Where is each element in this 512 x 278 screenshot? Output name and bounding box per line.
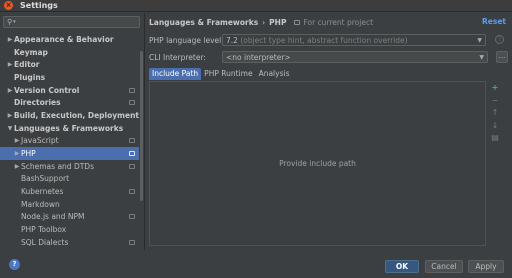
breadcrumb: Languages & Frameworks › PHP For current…: [149, 17, 373, 27]
tree-item-label: Appearance & Behavior: [14, 34, 114, 44]
cli-interpreter-browse-button[interactable]: ...: [496, 51, 508, 63]
project-scope-icon: [129, 239, 135, 245]
tree-item[interactable]: Markdown: [0, 198, 139, 211]
tree-item[interactable]: ▶ Appearance & Behavior: [0, 33, 139, 46]
tree-item-label: Kubernetes: [21, 187, 64, 197]
breadcrumb-separator: ›: [262, 17, 266, 27]
title-bar: × Settings: [0, 0, 512, 12]
tree-item-label: JavaScript: [21, 136, 59, 146]
tree-item-label: Version Control: [14, 85, 80, 95]
tree-item[interactable]: Keymap: [0, 46, 139, 59]
tab-include-path[interactable]: Include Path: [149, 68, 202, 80]
project-scope-icon: [129, 163, 135, 169]
tree-item[interactable]: BashSupport: [0, 173, 139, 186]
tree-item[interactable]: ▶ Editor: [0, 58, 139, 71]
php-version-description: (object type hint, abstract function ove…: [240, 35, 408, 45]
project-scope-icon: [129, 151, 135, 157]
tab-analysis[interactable]: Analysis: [256, 68, 293, 80]
tree-item[interactable]: ▼ Languages & Frameworks: [0, 122, 139, 135]
tree-item-label: Markdown: [21, 199, 60, 209]
tree-item-label: Editor: [14, 60, 40, 70]
tree-item-label: Keymap: [14, 47, 48, 57]
move-up-icon[interactable]: ↑: [488, 108, 502, 121]
tree-item[interactable]: ▶ Schemas and DTDs: [0, 160, 139, 173]
chevron-right-icon[interactable]: ▶: [13, 163, 21, 170]
project-scope-icon: [294, 19, 301, 25]
help-button[interactable]: ?: [9, 259, 20, 270]
chevron-right-icon[interactable]: ▶: [6, 112, 14, 119]
tree-item[interactable]: Kubernetes: [0, 185, 139, 198]
tree-item-label: Schemas and DTDs: [21, 161, 94, 171]
reset-link[interactable]: Reset: [482, 17, 506, 26]
chevron-down-icon: ▼: [477, 36, 482, 44]
apply-button[interactable]: Apply: [468, 260, 504, 273]
move-down-icon[interactable]: ↓: [488, 121, 502, 134]
chevron-down-icon[interactable]: ▼: [6, 125, 14, 132]
sidebar-scrollbar-thumb[interactable]: [140, 51, 143, 201]
tree-item-label: SQL Dialects: [21, 237, 69, 247]
ok-button[interactable]: OK: [385, 260, 419, 273]
add-icon[interactable]: +: [488, 83, 502, 96]
project-scope-icon: [129, 189, 135, 195]
search-history-chevron-icon[interactable]: ▾: [13, 19, 16, 25]
chevron-down-icon: ▼: [479, 53, 484, 61]
chevron-right-icon[interactable]: ▶: [13, 137, 21, 144]
chevron-right-icon[interactable]: ▶: [6, 61, 14, 68]
scope-note-label: For current project: [303, 17, 374, 27]
php-language-level-select[interactable]: 7.2 (object type hint, abstract function…: [222, 34, 486, 46]
tree-item[interactable]: SQL Dialects: [0, 236, 139, 249]
include-path-toolbar: + − ↑ ↓ ▤: [488, 83, 502, 146]
settings-tree: ▶ Appearance & Behavior Keymap ▶ Editor Plugi…: [0, 33, 139, 249]
settings-search-input[interactable]: ⚲ ▾: [3, 16, 140, 28]
remove-icon[interactable]: −: [488, 96, 502, 109]
breadcrumb-part: PHP: [269, 17, 287, 27]
project-scope-icon: [129, 87, 135, 93]
search-icon: ⚲: [7, 18, 13, 26]
tree-item[interactable]: ▶ PHP: [0, 147, 139, 160]
window-title: Settings: [20, 1, 58, 10]
tree-item-label: Plugins: [14, 72, 46, 82]
project-scope-icon: [129, 138, 135, 144]
include-path-empty-text: Provide include path: [279, 159, 356, 168]
tree-item-label: PHP Toolbox: [21, 225, 67, 235]
tab-bar: Include Path PHP Runtime Analysis: [149, 68, 292, 80]
sidebar-scrollbar[interactable]: [139, 33, 144, 249]
tab-php-runtime[interactable]: PHP Runtime: [201, 68, 255, 80]
php-language-level-label: PHP language level:: [149, 35, 224, 45]
cli-interpreter-row: CLI Interpreter:: [149, 51, 222, 63]
project-scope-icon: [129, 214, 135, 220]
tree-item-label: Directories: [14, 98, 61, 108]
include-path-list[interactable]: Provide include path: [149, 81, 486, 246]
tree-item-label: BashSupport: [21, 174, 70, 184]
settings-sidebar: ⚲ ▾ ▶ Appearance & Behavior Keymap ▶ Editor P…: [0, 13, 145, 250]
edit-icon[interactable]: ▤: [488, 133, 502, 146]
window-close-button[interactable]: ×: [4, 1, 13, 10]
tree-item[interactable]: Directories: [0, 96, 139, 109]
settings-content: Languages & Frameworks › PHP For current…: [146, 13, 512, 250]
chevron-right-icon[interactable]: ▶: [13, 150, 21, 157]
chevron-right-icon[interactable]: ▶: [6, 87, 14, 94]
php-version-value: 7.2: [226, 35, 238, 45]
tree-item-label: Languages & Frameworks: [14, 123, 124, 133]
cli-interpreter-value: <no interpreter>: [226, 52, 291, 62]
tree-item-label: PHP: [21, 149, 36, 159]
scope-note: For current project: [294, 18, 373, 27]
project-scope-icon: [129, 100, 135, 106]
dialog-button-bar: ? OK Cancel Apply: [0, 250, 512, 278]
help-icon[interactable]: ?: [495, 35, 504, 44]
tree-item-label: Build, Execution, Deployment: [13, 110, 139, 120]
tree-item[interactable]: ▶ JavaScript: [0, 135, 139, 148]
tree-item[interactable]: ▶ Version Control: [0, 84, 139, 97]
cancel-button[interactable]: Cancel: [425, 260, 463, 273]
tree-item[interactable]: PHP Toolbox: [0, 223, 139, 236]
cli-interpreter-label: CLI Interpreter:: [149, 52, 206, 62]
breadcrumb-part: Languages & Frameworks: [149, 17, 259, 27]
tree-item[interactable]: Node.js and NPM: [0, 211, 139, 224]
cli-interpreter-select[interactable]: <no interpreter> ▼: [222, 51, 488, 63]
chevron-right-icon[interactable]: ▶: [6, 36, 14, 43]
tree-item[interactable]: Plugins: [0, 71, 139, 84]
tree-item-label: Node.js and NPM: [21, 212, 85, 222]
tree-item[interactable]: ▶ Build, Execution, Deployment: [0, 109, 139, 122]
